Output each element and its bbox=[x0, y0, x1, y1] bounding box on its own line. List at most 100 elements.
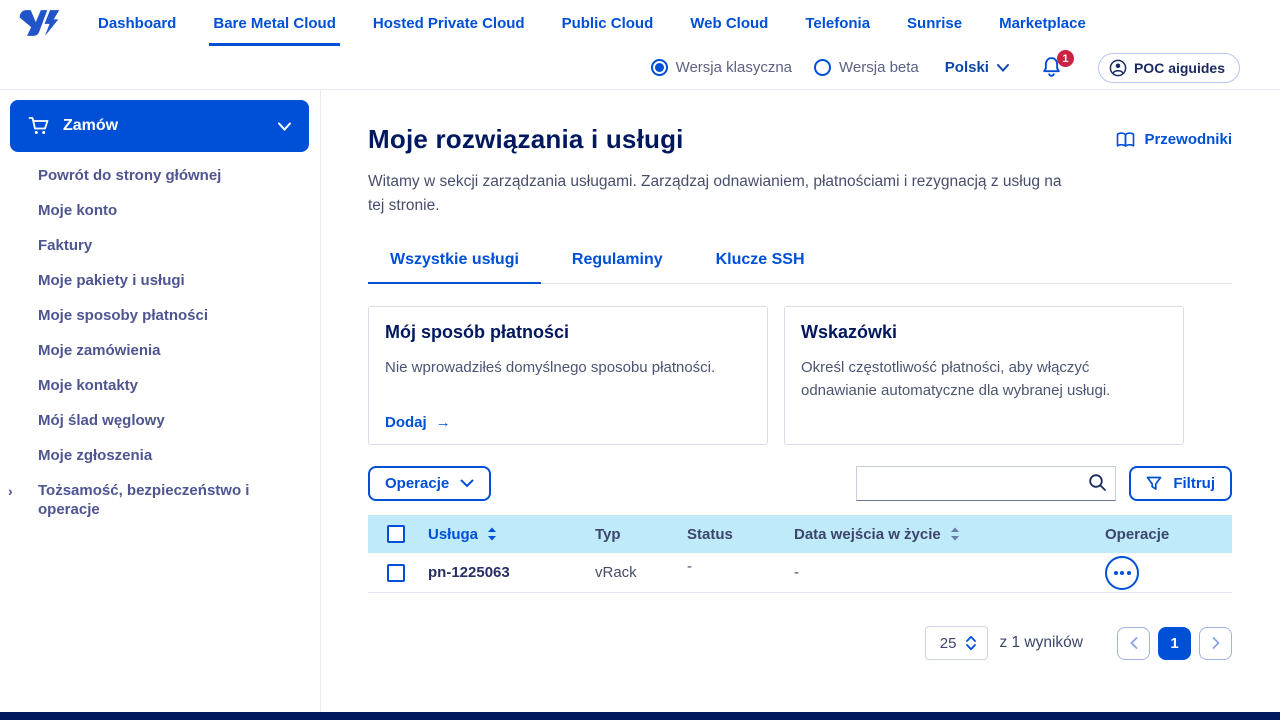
ovh-logo-icon bbox=[19, 10, 60, 36]
pagination: 25 z 1 wyników 1 bbox=[368, 626, 1232, 661]
order-button-label: Zamów bbox=[63, 117, 119, 134]
next-page-button[interactable] bbox=[1199, 626, 1232, 660]
card-body: Nie wprowadziłeś domyślnego sposobu płat… bbox=[385, 359, 716, 377]
sidebar-item-identity-security[interactable]: › Tożsamość, bezpieczeństwo i operacje bbox=[0, 473, 320, 527]
services-table: Usługa Typ Status Data wejścia w życie O… bbox=[368, 515, 1232, 594]
notification-badge: 1 bbox=[1056, 50, 1074, 67]
table-row: pn-1225063 vRack - - bbox=[368, 553, 1232, 594]
sidebar-item-payment-methods[interactable]: Moje sposoby płatności bbox=[0, 298, 320, 333]
add-link-label: Dodaj bbox=[385, 414, 427, 432]
topnav-item-dashboard[interactable]: Dashboard bbox=[94, 0, 180, 46]
service-type: vRack bbox=[595, 564, 637, 582]
bottom-accent-bar bbox=[0, 712, 1280, 720]
guides-link-label: Przewodniki bbox=[1144, 131, 1232, 148]
account-menu-button[interactable]: POC aiguides bbox=[1097, 52, 1240, 83]
sidebar-item-tickets[interactable]: Moje zgłoszenia bbox=[0, 438, 320, 473]
topnav-item-hosted-private-cloud[interactable]: Hosted Private Cloud bbox=[369, 0, 529, 46]
add-payment-link[interactable]: Dodaj → bbox=[385, 414, 751, 431]
service-date: - bbox=[794, 564, 799, 582]
chevron-right-icon: › bbox=[8, 483, 13, 499]
row-checkbox[interactable] bbox=[387, 563, 405, 582]
language-selector[interactable]: Polski bbox=[945, 59, 1009, 76]
payment-method-card: Mój sposób płatności Nie wprowadziłeś do… bbox=[368, 306, 768, 446]
topnav-item-telefonia[interactable]: Telefonia bbox=[801, 0, 874, 46]
topnav-item-web-cloud[interactable]: Web Cloud bbox=[686, 0, 772, 46]
radio-version-beta[interactable]: Wersja beta bbox=[814, 59, 919, 76]
filter-button[interactable]: Filtruj bbox=[1129, 466, 1232, 502]
tab-all-services[interactable]: Wszystkie usługi bbox=[368, 251, 541, 285]
user-icon bbox=[1109, 59, 1127, 76]
column-header-date[interactable]: Data wejścia w życie bbox=[794, 526, 941, 543]
topnav-item-sunrise[interactable]: Sunrise bbox=[903, 0, 966, 46]
topnav-items: Dashboard Bare Metal Cloud Hosted Privat… bbox=[94, 0, 1119, 46]
radio-classic-label: Wersja klasyczna bbox=[675, 59, 793, 76]
tab-ssh-keys[interactable]: Klucze SSH bbox=[694, 251, 827, 284]
card-title: Mój sposób płatności bbox=[385, 322, 570, 343]
column-header-service[interactable]: Usługa bbox=[428, 526, 478, 543]
chevron-down-icon bbox=[996, 63, 1009, 72]
radio-unselected-icon bbox=[814, 59, 832, 76]
card-title: Wskazówki bbox=[801, 322, 898, 343]
account-label: POC aiguides bbox=[1133, 59, 1225, 76]
row-actions-button[interactable] bbox=[1105, 555, 1139, 590]
tabs: Wszystkie usługi Regulaminy Klucze SSH bbox=[368, 251, 1232, 285]
topnav-item-public-cloud[interactable]: Public Cloud bbox=[558, 0, 658, 46]
results-count: z 1 wyników bbox=[999, 634, 1083, 652]
sidebar-item-packs-services[interactable]: Moje pakiety i usługi bbox=[0, 263, 320, 298]
service-status: - bbox=[687, 558, 692, 576]
top-navigation: Dashboard Bare Metal Cloud Hosted Privat… bbox=[0, 0, 1280, 46]
chevron-left-icon bbox=[1129, 637, 1137, 649]
page-title: Moje rozwiązania i usługi bbox=[368, 124, 684, 154]
page-description: Witamy w sekcji zarządzania usługami. Za… bbox=[368, 173, 1062, 215]
operations-dropdown-button[interactable]: Operacje bbox=[368, 466, 492, 502]
funnel-icon bbox=[1146, 476, 1162, 490]
card-body: Określ częstotliwość płatności, aby włąc… bbox=[801, 359, 1111, 400]
tab-terms[interactable]: Regulaminy bbox=[550, 251, 685, 284]
table-header-row: Usługa Typ Status Data wejścia w życie O… bbox=[368, 515, 1232, 554]
radio-version-classic[interactable]: Wersja klasyczna bbox=[650, 59, 793, 76]
book-icon bbox=[1117, 131, 1135, 147]
sidebar-item-label: Tożsamość, bezpieczeństwo i operacje bbox=[38, 482, 250, 518]
chevron-down-icon bbox=[460, 479, 474, 488]
chevron-up-down-icon bbox=[966, 635, 977, 651]
sidebar: Zamów Powrót do strony głównej Moje kont… bbox=[0, 90, 321, 712]
chevron-right-icon bbox=[1212, 637, 1220, 649]
column-header-status: Status bbox=[687, 525, 733, 543]
notifications-button[interactable]: 1 bbox=[1041, 50, 1074, 79]
page-number-button[interactable]: 1 bbox=[1158, 626, 1191, 660]
column-header-type: Typ bbox=[595, 525, 621, 543]
main-content: Moje rozwiązania i usługi Przewodniki Wi… bbox=[321, 90, 1280, 712]
version-radio-group: Wersja klasyczna Wersja beta bbox=[650, 59, 919, 76]
topnav-item-marketplace[interactable]: Marketplace bbox=[995, 0, 1090, 46]
ellipsis-icon bbox=[1113, 570, 1118, 575]
service-name-link[interactable]: pn-1225063 bbox=[428, 564, 595, 581]
per-page-select[interactable]: 25 bbox=[924, 626, 989, 661]
per-page-value: 25 bbox=[939, 634, 957, 652]
cart-icon bbox=[28, 116, 50, 136]
search-icon[interactable] bbox=[1088, 473, 1107, 497]
language-label: Polski bbox=[944, 59, 989, 76]
filter-button-label: Filtruj bbox=[1173, 475, 1215, 493]
sort-icon[interactable] bbox=[487, 527, 497, 541]
search-input[interactable] bbox=[856, 466, 1117, 502]
select-all-checkbox[interactable] bbox=[387, 525, 405, 544]
column-header-operations: Operacje bbox=[1105, 525, 1170, 543]
secondary-header: Wersja klasyczna Wersja beta Polski 1 PO… bbox=[0, 46, 1280, 90]
ovh-logo[interactable] bbox=[16, 0, 62, 46]
sort-icon[interactable] bbox=[950, 527, 960, 541]
sidebar-item-home[interactable]: Powrót do strony głównej bbox=[0, 158, 320, 193]
sidebar-item-orders[interactable]: Moje zamówienia bbox=[0, 333, 320, 368]
topnav-item-bare-metal-cloud[interactable]: Bare Metal Cloud bbox=[209, 0, 340, 46]
sidebar-item-account[interactable]: Moje konto bbox=[0, 193, 320, 228]
tips-card: Wskazówki Określ częstotliwość płatności… bbox=[784, 306, 1184, 446]
guides-link[interactable]: Przewodniki bbox=[1116, 131, 1232, 148]
order-button[interactable]: Zamów bbox=[10, 100, 309, 152]
sidebar-item-carbon-footprint[interactable]: Mój ślad węglowy bbox=[0, 403, 320, 438]
sidebar-item-invoices[interactable]: Faktury bbox=[0, 228, 320, 263]
operations-button-label: Operacje bbox=[385, 475, 450, 493]
previous-page-button[interactable] bbox=[1117, 626, 1150, 660]
radio-selected-icon bbox=[650, 59, 668, 76]
arrow-right-icon: → bbox=[435, 414, 451, 432]
sidebar-item-contacts[interactable]: Moje kontakty bbox=[0, 368, 320, 403]
search-box bbox=[856, 466, 1117, 502]
